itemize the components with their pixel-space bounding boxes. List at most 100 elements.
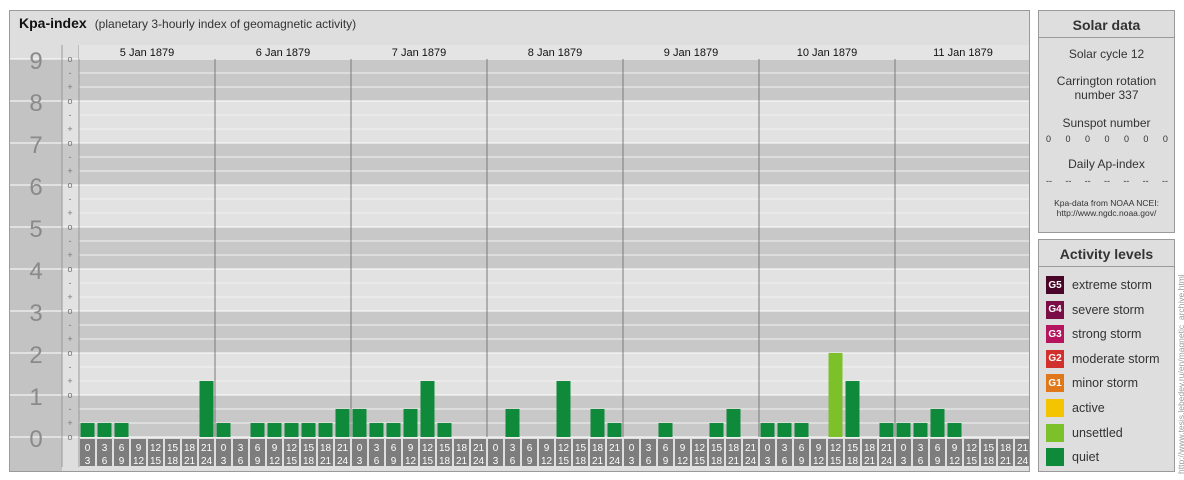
interval-start-label: 3 <box>238 443 244 454</box>
interval-start-label: 21 <box>609 443 621 454</box>
interval-start-label: 15 <box>303 443 315 454</box>
day-label: 7 Jan 1879 <box>392 47 446 59</box>
kp-bar <box>80 423 95 437</box>
kp-bar <box>403 408 418 437</box>
activity-levels-panel: Activity levels G5 extreme storm G4 severe … <box>1038 239 1175 472</box>
kp-bar <box>386 423 401 437</box>
y-minor-label: o <box>67 138 72 148</box>
interval-start-label: 9 <box>272 443 278 454</box>
interval-start-label: 18 <box>456 443 468 454</box>
interval-start-label: 18 <box>728 443 740 454</box>
interval-start-label: 9 <box>680 443 686 454</box>
ap-index-label: Daily Ap-index <box>1068 157 1145 171</box>
interval-start-label: 12 <box>830 443 842 454</box>
y-minor-label: + <box>67 82 72 92</box>
y-minor-label: o <box>67 180 72 190</box>
interval-start-label: 0 <box>901 443 907 454</box>
interval-start-label: 6 <box>935 443 941 454</box>
data-source-link[interactable]: http://www.ngdc.noaa.gov/ <box>1039 208 1174 218</box>
kp-bar <box>760 423 775 437</box>
day-label: 9 Jan 1879 <box>664 47 718 59</box>
interval-end-label: 3 <box>629 456 635 467</box>
interval-end-label: 3 <box>901 456 907 467</box>
credit-link[interactable]: http://www.tesis.lebedev.ru/en/magnetic_… <box>1176 274 1184 474</box>
y-minor-label: - <box>69 110 72 120</box>
sunspot-value: 0 <box>1084 134 1090 144</box>
kp-bar <box>845 381 860 437</box>
interval-end-label: 15 <box>150 456 162 467</box>
kp-band <box>62 143 1029 185</box>
legend-item: G4 severe storm <box>1046 300 1145 319</box>
sunspot-value: 0 <box>1046 134 1052 144</box>
interval-start-label: 15 <box>167 443 179 454</box>
kp-bar <box>267 423 282 437</box>
interval-end-label: 9 <box>935 456 941 467</box>
interval-end-label: 18 <box>303 456 315 467</box>
legend-item: quiet <box>1046 448 1100 467</box>
interval-end-label: 24 <box>609 456 621 467</box>
kp-band <box>62 59 1029 101</box>
y-tick-label: 0 <box>29 426 42 453</box>
interval-start-label: 18 <box>320 443 332 454</box>
kp-band <box>62 269 1029 311</box>
legend-swatch <box>1046 423 1064 442</box>
legend-label: moderate storm <box>1072 351 1160 366</box>
kp-bar <box>913 423 928 437</box>
y-minor-label: + <box>67 418 72 428</box>
kp-bar <box>250 423 265 437</box>
interval-start-label: 21 <box>337 443 349 454</box>
y-tick-label: 1 <box>29 384 42 411</box>
legend-item: G1 minor storm <box>1046 374 1138 393</box>
interval-end-label: 6 <box>102 456 108 467</box>
interval-start-label: 9 <box>408 443 414 454</box>
kp-bar <box>726 408 741 437</box>
kp-bar <box>794 423 809 437</box>
kp-bar <box>335 408 350 437</box>
interval-end-label: 9 <box>391 456 397 467</box>
interval-end-label: 9 <box>663 456 669 467</box>
ap-value: -- <box>1046 176 1052 186</box>
sunspot-value: 0 <box>1143 134 1149 144</box>
ap-value: -- <box>1123 176 1130 186</box>
legend-label: quiet <box>1072 450 1100 465</box>
kp-band <box>62 227 1029 269</box>
interval-end-label: 6 <box>510 456 516 467</box>
solar-data-panel: Solar data Solar cycle 12 Carrington rot… <box>1038 10 1175 233</box>
kp-bar <box>352 408 367 437</box>
y-minor-label: - <box>69 404 72 414</box>
kp-band <box>62 101 1029 143</box>
interval-start-label: 0 <box>357 443 363 454</box>
ap-value: -- <box>1161 176 1168 186</box>
interval-end-label: 12 <box>133 456 145 467</box>
interval-start-label: 9 <box>544 443 550 454</box>
kp-bar <box>777 423 792 437</box>
interval-start-label: 18 <box>592 443 604 454</box>
day-labels: 5 Jan 1879 6 Jan 1879 7 Jan 1879 8 Jan 1879… <box>79 45 1029 59</box>
carrington-rotation-line1: Carrington rotation <box>1056 74 1157 88</box>
interval-start-label: 12 <box>150 443 162 454</box>
interval-end-label: 12 <box>813 456 825 467</box>
legend-label: unsettled <box>1072 425 1123 440</box>
y-minor-label: + <box>67 376 72 386</box>
interval-start-label: 3 <box>102 443 108 454</box>
kp-bar <box>556 381 571 437</box>
interval-end-label: 15 <box>694 456 706 467</box>
interval-end-label: 15 <box>422 456 434 467</box>
interval-start-label: 15 <box>439 443 451 454</box>
legend-item: G2 moderate storm <box>1046 349 1160 368</box>
interval-start-label: 3 <box>510 443 516 454</box>
y-minor-label: o <box>67 222 72 232</box>
legend-swatch: G3 <box>1046 325 1064 344</box>
kp-bar <box>828 353 843 437</box>
ap-value: -- <box>1142 176 1149 186</box>
legend-label: severe storm <box>1072 302 1145 317</box>
interval-start-label: 15 <box>575 443 587 454</box>
interval-end-label: 21 <box>1000 456 1012 467</box>
interval-end-label: 24 <box>745 456 757 467</box>
interval-start-label: 18 <box>1000 443 1012 454</box>
interval-end-label: 12 <box>405 456 417 467</box>
interval-start-label: 0 <box>629 443 635 454</box>
interval-start-label: 12 <box>694 443 706 454</box>
legend-label: minor storm <box>1072 376 1138 391</box>
y-tick-label: 3 <box>29 300 42 327</box>
